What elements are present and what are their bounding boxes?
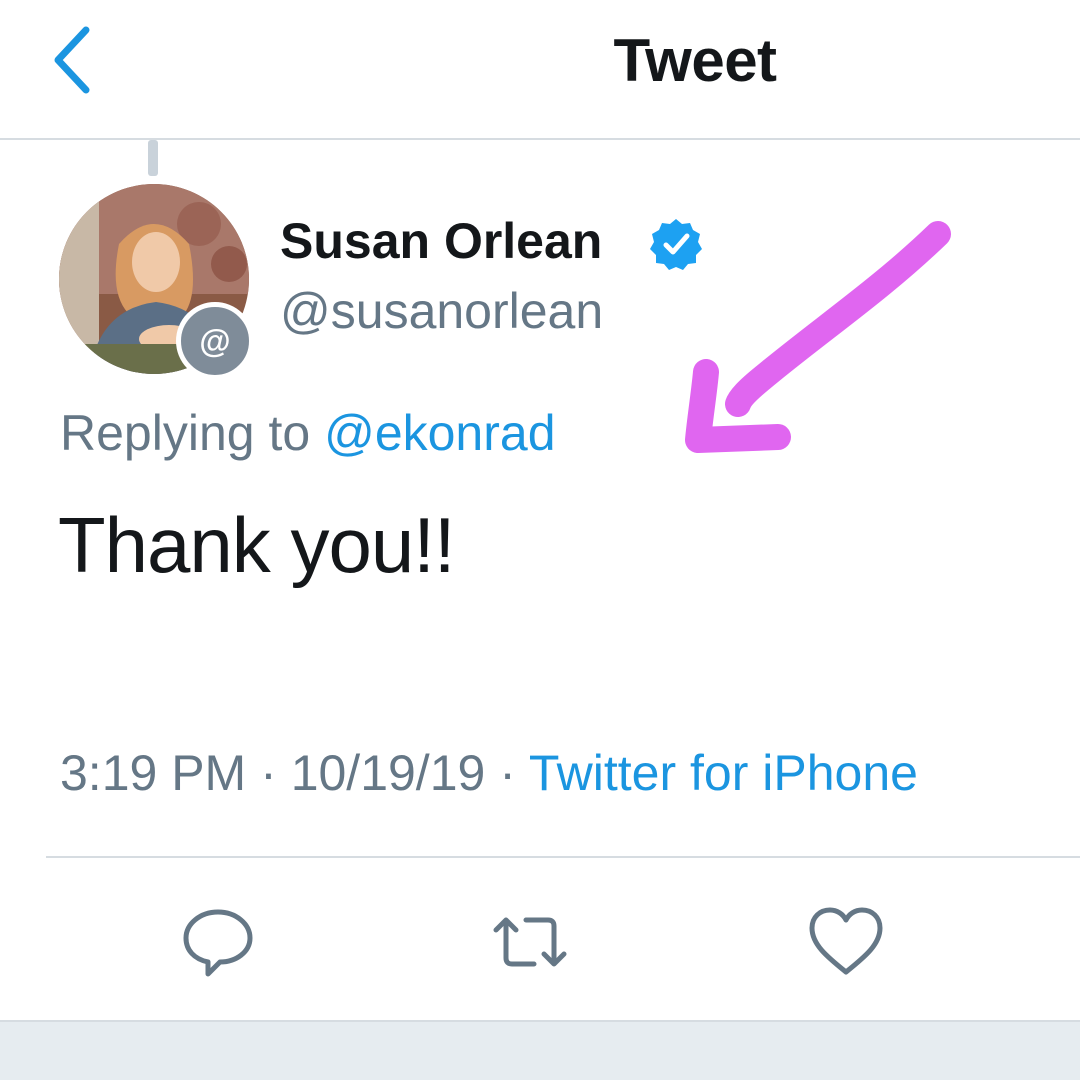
display-name[interactable]: Susan Orlean	[280, 212, 602, 270]
retweet-button[interactable]	[490, 902, 570, 982]
replying-prefix: Replying to	[60, 405, 311, 461]
meta-separator: ·	[499, 745, 516, 801]
mention-badge-icon: @	[176, 302, 254, 380]
user-handle[interactable]: @susanorlean	[280, 282, 603, 340]
like-button[interactable]	[806, 902, 886, 982]
tweet-meta: 3:19 PM · 10/19/19 · Twitter for iPhone	[60, 744, 918, 802]
reply-button[interactable]	[178, 902, 258, 982]
meta-separator: ·	[260, 745, 277, 801]
tweet-date: 10/19/19	[290, 745, 486, 801]
replying-to-line: Replying to @ekonrad	[60, 404, 556, 462]
nav-header: Tweet	[0, 0, 1080, 140]
tweet-screen: Tweet @ Susan Orlean @susanorlean Replyi…	[0, 0, 1080, 1080]
tweet-text: Thank you!!	[58, 501, 456, 589]
thread-connector-line	[148, 140, 158, 176]
tweet-time: 3:19 PM	[60, 745, 247, 801]
heart-icon	[809, 907, 883, 975]
tweet-source-link[interactable]: Twitter for iPhone	[529, 745, 918, 801]
page-title: Tweet	[613, 27, 777, 94]
bottom-bar	[0, 1020, 1080, 1080]
reply-icon	[183, 909, 253, 977]
retweet-icon	[493, 917, 567, 967]
divider	[46, 856, 1080, 858]
reply-mention-link[interactable]: @ekonrad	[324, 405, 555, 461]
verified-badge-icon	[650, 219, 702, 270]
